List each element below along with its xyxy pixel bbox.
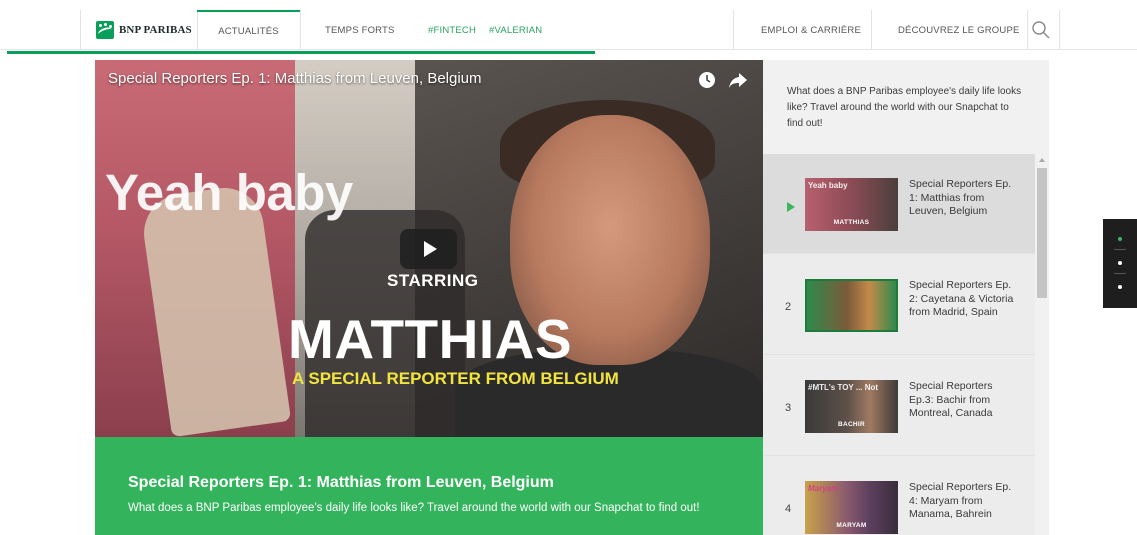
section-dot[interactable] (1118, 261, 1122, 265)
playlist-thumbnail: Maryam MARYAM (805, 481, 898, 534)
video-caption-panel: Special Reporters Ep. 1: Matthias from L… (95, 437, 763, 535)
brand-logo[interactable]: BNP PARIBAS (96, 21, 192, 39)
video-title[interactable]: Special Reporters Ep. 1: Matthias from L… (108, 70, 482, 87)
playlist-sidebar: What does a BNP Paribas employee's daily… (763, 60, 1049, 535)
playlist-thumbnail: #MTL's TOY ... Not BACHIR (805, 380, 898, 433)
scrollbar-thumb[interactable] (1037, 168, 1047, 298)
section-dot-navigation (1103, 219, 1137, 308)
caption-title: Special Reporters Ep. 1: Matthias from L… (128, 474, 554, 491)
caption-description: What does a BNP Paribas employee's daily… (128, 502, 700, 514)
video-overlay-text: Yeah baby (105, 164, 353, 221)
video-overlay-name: MATTHIAS (288, 308, 573, 370)
nav-divider (871, 10, 872, 50)
playlist-item[interactable]: 3 #MTL's TOY ... Not BACHIR Special Repo… (763, 356, 1035, 456)
playlist-item-number: 4 (785, 503, 792, 515)
nav-divider (80, 10, 81, 50)
nav-divider (1059, 10, 1060, 50)
video-overlay-starring: STARRING (387, 271, 479, 290)
sidebar-intro: What does a BNP Paribas employee's daily… (787, 86, 1022, 129)
playlist-item[interactable]: Yeah baby MATTHIAS Special Reporters Ep.… (763, 154, 1035, 254)
section-dot[interactable] (1118, 237, 1122, 241)
playlist-scrollbar[interactable] (1035, 154, 1049, 535)
reading-progress-bar (7, 51, 1137, 54)
play-icon (423, 241, 437, 257)
playlist-item-title: Special Reporters Ep. 2: Cayetana & Vict… (909, 279, 1014, 318)
nav-decouvrez-groupe[interactable]: DÉCOUVREZ LE GROUPE (898, 10, 1020, 50)
video-overlay-subtitle: A SPECIAL REPORTER FROM BELGIUM (292, 369, 619, 388)
nav-temps-forts[interactable]: TEMPS FORTS (325, 10, 395, 50)
playlist: Yeah baby MATTHIAS Special Reporters Ep.… (763, 154, 1035, 535)
nav-actualites[interactable]: ACTUALITÉS (197, 10, 300, 50)
playlist-item[interactable]: 4 Maryam MARYAM Special Reporters Ep. 4:… (763, 457, 1035, 535)
video-player[interactable]: Yeah baby STARRING MATTHIAS A SPECIAL RE… (95, 60, 763, 437)
nav-valerian[interactable]: #VALERIAN (489, 10, 542, 50)
now-playing-icon (787, 202, 795, 212)
nav-fintech[interactable]: #FINTECH (428, 10, 476, 50)
playlist-thumbnail (805, 279, 898, 332)
nav-divider (300, 10, 301, 50)
bnp-logo-icon (96, 21, 114, 39)
playlist-item-title: Special Reporters Ep. 1: Matthias from L… (909, 178, 1012, 217)
clock-icon[interactable] (698, 71, 716, 89)
playlist-item-title: Special Reporters Ep.3: Bachir from Mont… (909, 380, 993, 419)
share-icon[interactable] (728, 71, 748, 89)
brand-name: BNP PARIBAS (119, 24, 192, 36)
play-button[interactable] (400, 229, 457, 269)
top-navigation: BNP PARIBAS ACTUALITÉS TEMPS FORTS #FINT… (0, 0, 1137, 50)
playlist-item-number: 2 (785, 301, 792, 313)
scroll-up-arrow-icon[interactable] (1039, 158, 1045, 162)
search-icon[interactable] (1031, 20, 1051, 40)
playlist-item-title: Special Reporters Ep. 4: Maryam from Man… (909, 481, 1012, 520)
playlist-item[interactable]: 2 Special Reporters Ep. 2: Cayetana & Vi… (763, 255, 1035, 355)
nav-emploi-carriere[interactable]: EMPLOI & CARRIÈRE (761, 10, 861, 50)
nav-divider (1027, 10, 1028, 50)
nav-divider (733, 10, 734, 50)
reading-progress-fill (7, 51, 595, 54)
playlist-thumbnail: Yeah baby MATTHIAS (805, 178, 898, 231)
playlist-item-number: 3 (785, 402, 792, 414)
section-dot[interactable] (1118, 285, 1122, 289)
